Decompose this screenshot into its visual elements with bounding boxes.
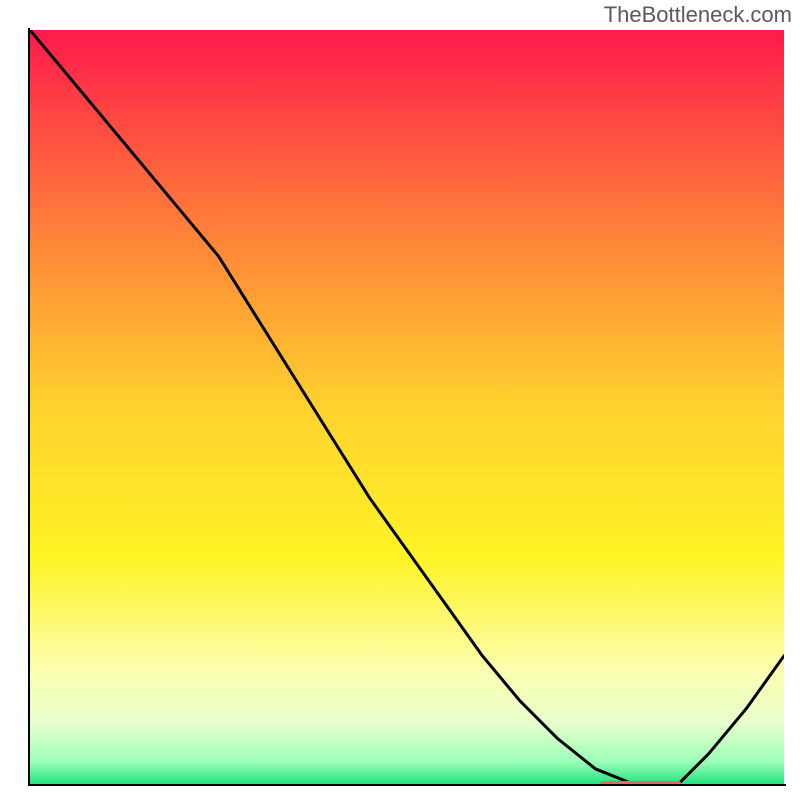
x-axis-line bbox=[28, 784, 786, 786]
bottleneck-curve bbox=[30, 30, 784, 784]
watermark-text: TheBottleneck.com bbox=[604, 2, 792, 28]
chart-container: TheBottleneck.com bbox=[0, 0, 800, 800]
chart-svg bbox=[30, 30, 784, 784]
plot-area bbox=[30, 30, 784, 784]
